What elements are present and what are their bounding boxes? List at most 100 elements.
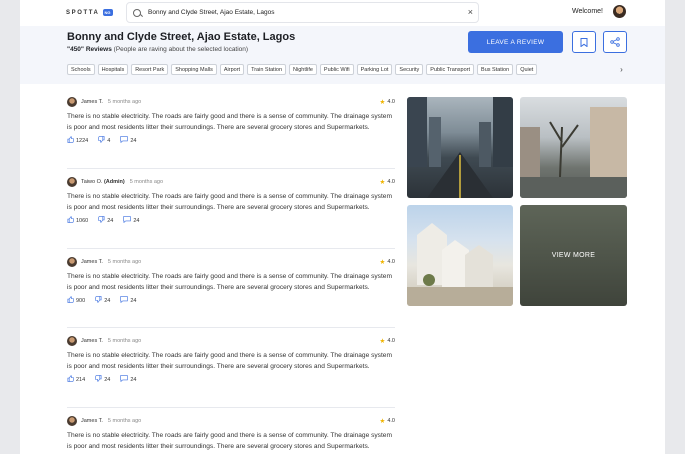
star-icon: ★: [379, 259, 386, 266]
close-icon[interactable]: ×: [468, 7, 473, 17]
tag-chip[interactable]: Schools: [67, 64, 95, 75]
tag-chip[interactable]: Quiet: [516, 64, 538, 75]
thumbs-down-icon: [98, 216, 105, 225]
review-card: James T. 5 months ago ★ 4.0 There is no sta…: [67, 257, 395, 305]
leave-review-button[interactable]: LEAVE A REVIEW: [468, 31, 563, 53]
review-divider: [67, 168, 395, 169]
reviews-caption: (People are raving about the selected lo…: [113, 46, 249, 53]
tag-chip[interactable]: Public Transport: [426, 64, 475, 75]
reviews-summary: "450" Reviews (People are raving about t…: [67, 46, 248, 53]
search-input[interactable]: [148, 9, 458, 16]
tag-chip[interactable]: Bus Station: [477, 64, 514, 75]
top-bar: SPOTTA NG × Welcome!: [20, 0, 665, 26]
reviewer-role: (Admin): [103, 179, 125, 185]
review-header: James T. 5 months ago ★ 4.0: [67, 416, 395, 426]
comment-button[interactable]: 24: [120, 136, 136, 145]
comment-icon: [123, 216, 132, 225]
gallery-photo[interactable]: [407, 97, 513, 198]
tag-chip[interactable]: Nightlife: [289, 64, 317, 75]
share-button[interactable]: [603, 31, 627, 53]
like-button[interactable]: 1060: [67, 216, 88, 225]
tag-chip[interactable]: Airport: [219, 64, 245, 75]
dislike-button[interactable]: 24: [95, 375, 110, 384]
view-more-tile[interactable]: VIEW MORE: [520, 205, 627, 306]
comment-button[interactable]: 24: [120, 375, 136, 384]
review-card: James T. 5 months ago ★ 4.0 There is no sta…: [67, 97, 395, 145]
star-icon: ★: [379, 418, 386, 425]
tag-chip[interactable]: Parking Lot: [356, 64, 393, 75]
thumbs-down-icon: [95, 375, 102, 384]
thumbs-up-icon: [67, 216, 75, 225]
thumbs-down-icon: [95, 296, 102, 305]
reviewer-avatar: [67, 97, 77, 107]
reviews-count: "450" Reviews: [67, 46, 112, 53]
star-icon: ★: [379, 99, 386, 106]
review-divider: [67, 248, 395, 249]
review-rating: ★ 4.0: [379, 338, 395, 345]
welcome-text: Welcome!: [572, 8, 603, 15]
comment-icon: [120, 136, 129, 145]
review-time: 5 months ago: [107, 338, 142, 344]
review-time: 5 months ago: [107, 99, 142, 105]
reviewer-name: James T.: [81, 338, 103, 344]
bookmark-icon: [580, 37, 588, 47]
reviewer-avatar: [67, 257, 77, 267]
star-icon: ★: [379, 179, 386, 186]
chevron-right-icon[interactable]: ›: [616, 64, 627, 75]
reviewer-name: James T.: [81, 99, 103, 105]
tag-chip[interactable]: Security: [395, 64, 424, 75]
reviewer-name: Taiwo O. (Admin): [81, 179, 125, 185]
app-frame: SPOTTA NG × Welcome! Bonny and Clyde Str…: [20, 0, 665, 454]
review-card: James T. 5 months ago ★ 4.0 There is no sta…: [67, 336, 395, 384]
review-header: Taiwo O. (Admin) 5 months ago ★ 4.0: [67, 177, 395, 187]
gallery-photo[interactable]: [520, 97, 627, 198]
review-rating: ★ 4.0: [379, 418, 395, 425]
review-card: James T. 5 months ago ★ 4.0 There is no sta…: [67, 416, 395, 452]
review-card: Taiwo O. (Admin) 5 months ago ★ 4.0 There is…: [67, 177, 395, 225]
tag-chip[interactable]: Shopping Malls: [171, 64, 217, 75]
review-actions: 900 24 24: [67, 296, 395, 305]
review-rating: ★ 4.0: [379, 259, 395, 266]
view-more-label: VIEW MORE: [551, 252, 596, 259]
like-button[interactable]: 1224: [67, 136, 88, 145]
comment-button[interactable]: 24: [123, 216, 140, 225]
review-header: James T. 5 months ago ★ 4.0: [67, 336, 395, 346]
dislike-button[interactable]: 24: [95, 296, 110, 305]
gallery-photo[interactable]: [407, 205, 513, 306]
tag-chip[interactable]: Hospitals: [97, 64, 129, 75]
logo[interactable]: SPOTTA NG: [66, 9, 113, 16]
review-divider: [67, 407, 395, 408]
tag-chip[interactable]: Resort Park: [131, 64, 169, 75]
avatar[interactable]: [613, 5, 626, 18]
reviewer-avatar: [67, 416, 77, 426]
review-header: James T. 5 months ago ★ 4.0: [67, 97, 395, 107]
page-title: Bonny and Clyde Street, Ajao Estate, Lag…: [67, 31, 296, 43]
review-actions: 214 24 24: [67, 375, 395, 384]
logo-badge: NG: [102, 9, 113, 16]
bookmark-button[interactable]: [572, 31, 596, 53]
search-icon: [133, 8, 141, 17]
street-photo: [407, 97, 513, 198]
comment-button[interactable]: 24: [120, 296, 136, 305]
tag-chip[interactable]: Train Station: [247, 64, 287, 75]
tag-chip[interactable]: Public Wifi: [319, 64, 354, 75]
review-time: 5 months ago: [129, 179, 164, 185]
comment-icon: [120, 296, 129, 305]
comment-icon: [120, 375, 129, 384]
review-text: There is no stable electricity. The road…: [67, 432, 392, 450]
like-button[interactable]: 214: [67, 375, 85, 384]
review-header: James T. 5 months ago ★ 4.0: [67, 257, 395, 267]
reviewer-name: James T.: [81, 259, 103, 265]
review-time: 5 months ago: [107, 259, 142, 265]
review-rating: ★ 4.0: [379, 179, 395, 186]
village-photo: [407, 223, 513, 306]
review-text: There is no stable electricity. The road…: [67, 273, 392, 291]
thumbs-down-icon: [98, 136, 105, 145]
thumbs-up-icon: [67, 375, 75, 384]
logo-text: SPOTTA: [66, 9, 100, 16]
reviewer-avatar: [67, 177, 77, 187]
review-divider: [67, 327, 395, 328]
like-button[interactable]: 900: [67, 296, 85, 305]
dislike-button[interactable]: 24: [98, 216, 113, 225]
dislike-button[interactable]: 4: [98, 136, 110, 145]
